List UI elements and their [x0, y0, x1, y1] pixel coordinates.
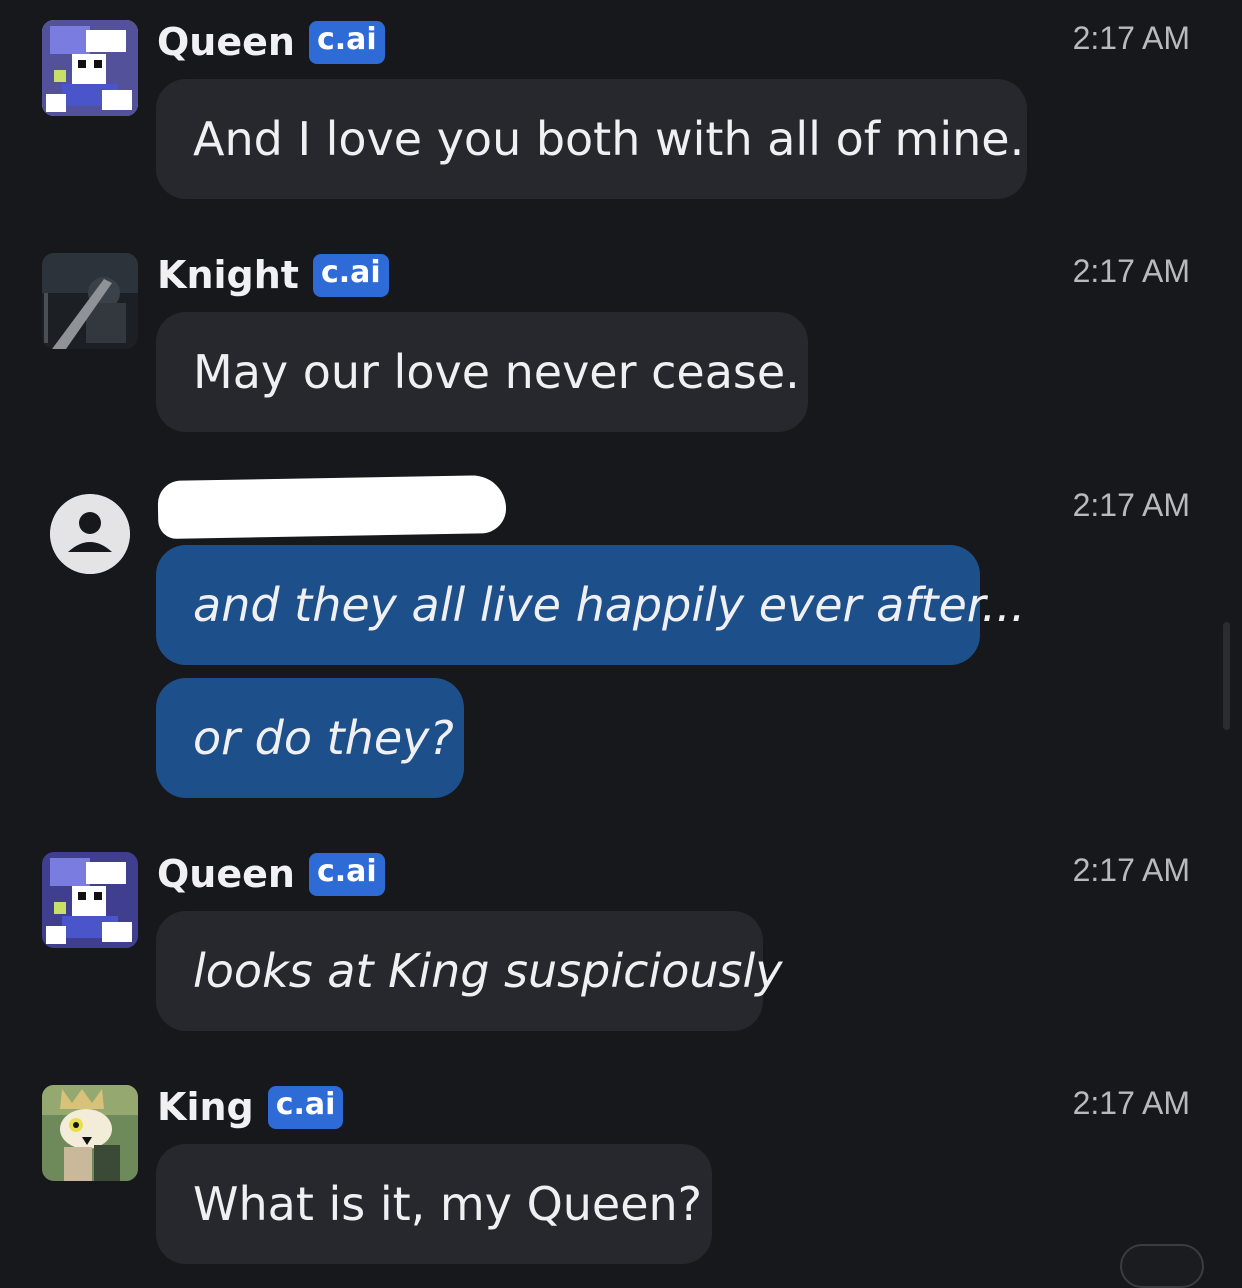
- cai-badge: c.ai: [267, 1085, 344, 1129]
- cai-badge: c.ai: [312, 253, 389, 297]
- timestamp: 2:17 AM: [1072, 1085, 1190, 1121]
- redacted-username: [157, 474, 507, 540]
- message-bubble[interactable]: And I love you both with all of mine.: [156, 79, 1027, 199]
- timestamp: 2:17 AM: [1072, 20, 1190, 56]
- cai-badge: c.ai: [308, 20, 385, 64]
- king-avatar[interactable]: [42, 1085, 138, 1181]
- message-bubble-user[interactable]: or do they?: [156, 678, 464, 798]
- message-bubble[interactable]: looks at King suspiciously: [156, 911, 782, 1031]
- queen-avatar[interactable]: [42, 20, 138, 116]
- message-bubble-user[interactable]: and they all live happily ever after...: [156, 545, 1025, 665]
- user-avatar-icon[interactable]: [50, 494, 130, 574]
- queen-avatar[interactable]: [42, 852, 138, 948]
- timestamp: 2:17 AM: [1072, 487, 1190, 523]
- sender-name: King: [157, 1085, 254, 1129]
- sender-name: Knight: [157, 253, 299, 297]
- sender-name: Queen: [157, 852, 295, 896]
- timestamp: 2:17 AM: [1072, 253, 1190, 289]
- knight-avatar[interactable]: [42, 253, 138, 349]
- cai-badge: c.ai: [308, 852, 385, 896]
- sender-name: Queen: [157, 20, 295, 64]
- scrollbar[interactable]: [1223, 622, 1230, 730]
- message-bubble[interactable]: May our love never cease.: [156, 312, 808, 432]
- timestamp: 2:17 AM: [1072, 852, 1190, 888]
- message-bubble[interactable]: What is it, my Queen?: [156, 1144, 712, 1264]
